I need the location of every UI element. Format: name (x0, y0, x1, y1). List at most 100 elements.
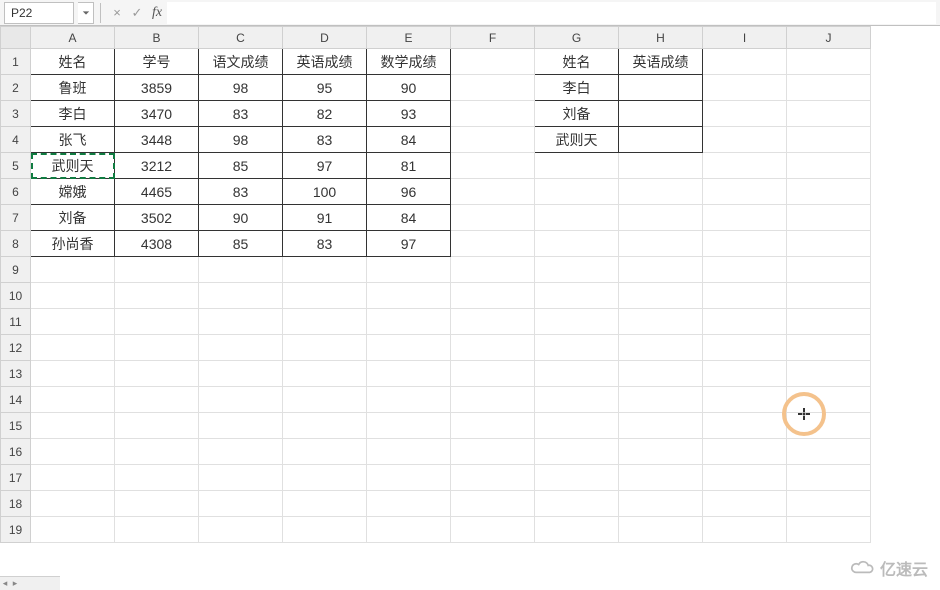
row-header-16[interactable]: 16 (1, 439, 31, 465)
cell-D5[interactable]: 97 (283, 153, 367, 179)
column-header-B[interactable]: B (115, 27, 199, 49)
cell-I11[interactable] (703, 309, 787, 335)
cell-E17[interactable] (367, 465, 451, 491)
scroll-right-icon[interactable]: ▸ (10, 578, 20, 589)
cell-J16[interactable] (787, 439, 871, 465)
cell-D8[interactable]: 83 (283, 231, 367, 257)
cell-F16[interactable] (451, 439, 535, 465)
cell-B14[interactable] (115, 387, 199, 413)
cell-J11[interactable] (787, 309, 871, 335)
cell-D2[interactable]: 95 (283, 75, 367, 101)
cell-E18[interactable] (367, 491, 451, 517)
cell-G15[interactable] (535, 413, 619, 439)
cell-F13[interactable] (451, 361, 535, 387)
cell-B4[interactable]: 3448 (115, 127, 199, 153)
cell-F15[interactable] (451, 413, 535, 439)
cell-H2[interactable] (619, 75, 703, 101)
cell-F3[interactable] (451, 101, 535, 127)
cell-B5[interactable]: 3212 (115, 153, 199, 179)
column-header-H[interactable]: H (619, 27, 703, 49)
name-box-dropdown[interactable] (78, 2, 94, 24)
cell-E6[interactable]: 96 (367, 179, 451, 205)
cell-C11[interactable] (199, 309, 283, 335)
column-header-A[interactable]: A (31, 27, 115, 49)
cell-G2[interactable]: 李白 (535, 75, 619, 101)
cell-F4[interactable] (451, 127, 535, 153)
fx-button[interactable]: fx (147, 3, 167, 23)
cell-C9[interactable] (199, 257, 283, 283)
cell-H15[interactable] (619, 413, 703, 439)
column-header-E[interactable]: E (367, 27, 451, 49)
cell-I18[interactable] (703, 491, 787, 517)
cell-B15[interactable] (115, 413, 199, 439)
row-header-4[interactable]: 4 (1, 127, 31, 153)
cell-C13[interactable] (199, 361, 283, 387)
cell-D9[interactable] (283, 257, 367, 283)
cell-J13[interactable] (787, 361, 871, 387)
cell-J1[interactable] (787, 49, 871, 75)
cell-C5[interactable]: 85 (199, 153, 283, 179)
cell-B8[interactable]: 4308 (115, 231, 199, 257)
row-header-2[interactable]: 2 (1, 75, 31, 101)
cell-E11[interactable] (367, 309, 451, 335)
column-header-C[interactable]: C (199, 27, 283, 49)
scroll-left-icon[interactable]: ◂ (0, 578, 10, 589)
cell-F2[interactable] (451, 75, 535, 101)
cell-B11[interactable] (115, 309, 199, 335)
cell-G18[interactable] (535, 491, 619, 517)
cell-E5[interactable]: 81 (367, 153, 451, 179)
cell-J5[interactable] (787, 153, 871, 179)
row-header-18[interactable]: 18 (1, 491, 31, 517)
cell-G4[interactable]: 武则天 (535, 127, 619, 153)
row-header-3[interactable]: 3 (1, 101, 31, 127)
cell-C18[interactable] (199, 491, 283, 517)
cell-B16[interactable] (115, 439, 199, 465)
cell-I9[interactable] (703, 257, 787, 283)
cell-G17[interactable] (535, 465, 619, 491)
cell-C2[interactable]: 98 (199, 75, 283, 101)
cell-B7[interactable]: 3502 (115, 205, 199, 231)
cell-C19[interactable] (199, 517, 283, 543)
cell-J12[interactable] (787, 335, 871, 361)
cell-G10[interactable] (535, 283, 619, 309)
cell-F7[interactable] (451, 205, 535, 231)
cell-J3[interactable] (787, 101, 871, 127)
cell-C15[interactable] (199, 413, 283, 439)
cell-E13[interactable] (367, 361, 451, 387)
cell-B19[interactable] (115, 517, 199, 543)
cell-D14[interactable] (283, 387, 367, 413)
cell-D1[interactable]: 英语成绩 (283, 49, 367, 75)
cell-I12[interactable] (703, 335, 787, 361)
cell-I15[interactable] (703, 413, 787, 439)
row-header-12[interactable]: 12 (1, 335, 31, 361)
cell-J14[interactable] (787, 387, 871, 413)
cell-H12[interactable] (619, 335, 703, 361)
cell-I14[interactable] (703, 387, 787, 413)
cell-B9[interactable] (115, 257, 199, 283)
hscroll-controls[interactable]: ◂ ▸ (0, 576, 60, 590)
cell-F14[interactable] (451, 387, 535, 413)
cell-B1[interactable]: 学号 (115, 49, 199, 75)
cell-E16[interactable] (367, 439, 451, 465)
cell-H18[interactable] (619, 491, 703, 517)
cell-A14[interactable] (31, 387, 115, 413)
cell-C6[interactable]: 83 (199, 179, 283, 205)
cell-D12[interactable] (283, 335, 367, 361)
cell-G16[interactable] (535, 439, 619, 465)
cell-C16[interactable] (199, 439, 283, 465)
cell-H3[interactable] (619, 101, 703, 127)
cell-J19[interactable] (787, 517, 871, 543)
row-header-17[interactable]: 17 (1, 465, 31, 491)
cell-G5[interactable] (535, 153, 619, 179)
cell-H1[interactable]: 英语成绩 (619, 49, 703, 75)
cell-H8[interactable] (619, 231, 703, 257)
cell-H4[interactable] (619, 127, 703, 153)
cell-A13[interactable] (31, 361, 115, 387)
cell-I7[interactable] (703, 205, 787, 231)
row-header-13[interactable]: 13 (1, 361, 31, 387)
cell-E19[interactable] (367, 517, 451, 543)
cell-I10[interactable] (703, 283, 787, 309)
cell-A3[interactable]: 李白 (31, 101, 115, 127)
cell-C8[interactable]: 85 (199, 231, 283, 257)
cell-C4[interactable]: 98 (199, 127, 283, 153)
